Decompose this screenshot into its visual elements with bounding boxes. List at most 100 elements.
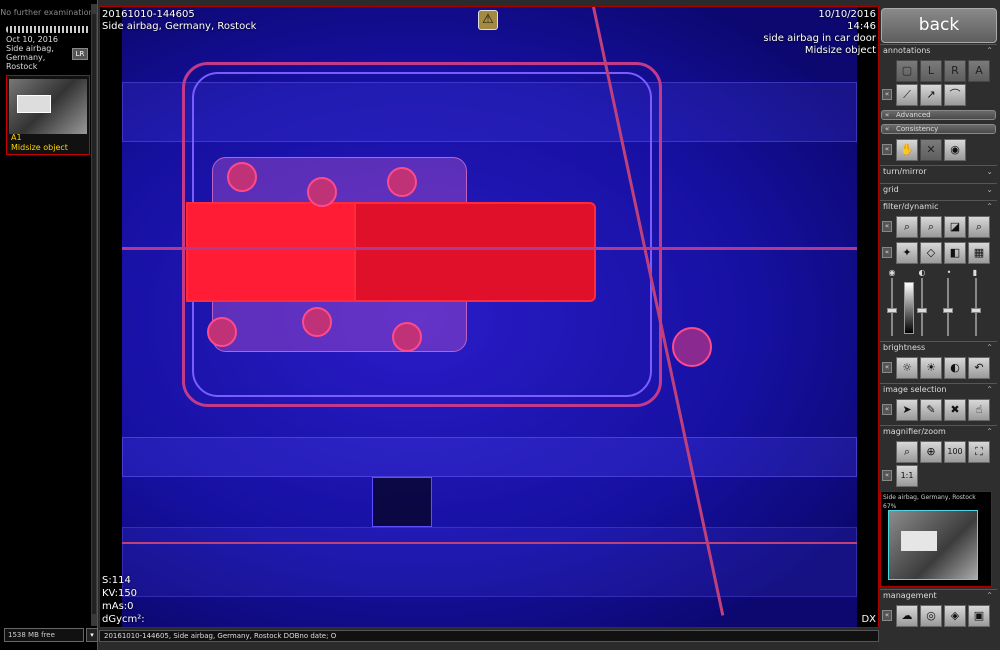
exam-date-label: 10/10/2016 xyxy=(818,9,876,20)
navigator-caption: Side airbag, Germany, Rostock xyxy=(883,494,976,501)
object-size: Midsize object xyxy=(804,45,876,56)
expand-icon[interactable]: « xyxy=(882,221,892,232)
navigator-thumbnail[interactable]: Side airbag, Germany, Rostock 67% xyxy=(880,491,992,587)
section-brightness[interactable]: brightness ⌃ xyxy=(880,341,997,353)
zoom-tools-row1: ⌕ ⊕ 100 ⛶ xyxy=(882,441,997,463)
slider-4[interactable] xyxy=(970,274,982,338)
exam-id: 20161010-144605 xyxy=(102,9,195,20)
zoom-tools-row2: « 1:1 xyxy=(882,465,997,487)
expand-icon[interactable]: « xyxy=(882,610,892,621)
zoom-100-button[interactable]: 100 xyxy=(944,441,966,463)
grayscale-bar xyxy=(904,282,914,334)
section-annotations[interactable]: annotations ⌃ xyxy=(880,44,997,56)
section-magnifier[interactable]: magnifier/zoom ⌃ xyxy=(880,425,997,437)
memory-status: 1538 MB free xyxy=(4,628,84,642)
section-grid[interactable]: grid ⌄ xyxy=(880,183,997,195)
turn-mirror-label: turn/mirror xyxy=(883,167,927,176)
r-marker-icon: R xyxy=(944,60,966,82)
xray-thumbnail-image xyxy=(9,79,87,134)
object-description: side airbag in car door xyxy=(763,33,876,44)
slider-3[interactable] xyxy=(942,274,954,338)
deselect-icon[interactable]: ✖ xyxy=(944,399,966,421)
slider-1[interactable] xyxy=(886,274,898,338)
measure-line-icon[interactable]: ⟋ xyxy=(896,84,918,106)
back-button[interactable]: back xyxy=(881,8,997,43)
magnifier-label: magnifier/zoom xyxy=(883,427,946,436)
filter-magnify2-icon[interactable]: ⌕ xyxy=(920,216,942,238)
expand-icon[interactable]: « xyxy=(882,89,892,100)
zoom-1to1-button[interactable]: 1:1 xyxy=(896,465,918,487)
consistency-toggle[interactable]: « Consistency xyxy=(881,124,996,134)
on-toggle-icon[interactable]: ◉ xyxy=(944,139,966,161)
no-further-label: No further examinations xyxy=(0,8,98,17)
save-icon[interactable]: ▣ xyxy=(968,605,990,627)
section-management[interactable]: management ⌃ xyxy=(880,589,997,601)
diamond-icon[interactable]: ◇ xyxy=(920,242,942,264)
sharpen-icon[interactable]: ✦ xyxy=(896,242,918,264)
examination-card[interactable]: Oct 10, 2016 Side airbag, Germany, Rosto… xyxy=(6,26,90,74)
brightness-down-icon[interactable]: ☼ xyxy=(896,357,918,379)
expand-icon[interactable]: « xyxy=(882,247,892,258)
invert-icon[interactable]: ◧ xyxy=(944,242,966,264)
annotation-tools-row2: « ⟋ ↗ ⌒ xyxy=(882,84,997,106)
dose-value: dGycm²: xyxy=(102,614,145,625)
hand-pan-icon[interactable]: ✋ xyxy=(896,139,918,161)
reset-icon[interactable]: ↶ xyxy=(968,357,990,379)
edit-tools-row: « ✋ ✕ ◉ xyxy=(882,139,997,161)
text-annotation-icon: ▢ xyxy=(896,60,918,82)
collapse-icon: ⌃ xyxy=(986,202,993,211)
warning-icon[interactable]: ⚠ xyxy=(478,10,498,30)
filter-zoom-icon[interactable]: ⌕ xyxy=(968,216,990,238)
status-bar: 20161010-144605, Side airbag, Germany, R… xyxy=(99,630,879,642)
pin-icon[interactable]: ✎ xyxy=(920,399,942,421)
status-menu-button[interactable]: ▾ xyxy=(86,628,98,642)
filter-tools-row1: « ⌕ ⌕ ◪ ⌕ xyxy=(882,216,997,238)
arc-tool-icon[interactable]: ⌒ xyxy=(944,84,966,106)
expand-down-icon: ⌄ xyxy=(986,185,993,194)
collapse-icon: ⌃ xyxy=(986,591,993,600)
collapse-icon: ⌃ xyxy=(986,427,993,436)
brightness-tools-row: « ☼ ☀ ◐ ↶ xyxy=(882,357,997,379)
filter-label: filter/dynamic xyxy=(883,202,939,211)
brightness-up-icon[interactable]: ☀ xyxy=(920,357,942,379)
sidebar-scrollbar[interactable] xyxy=(91,4,97,626)
pointer-icon[interactable]: ➤ xyxy=(896,399,918,421)
xray-viewer[interactable]: 20161010-144605 Side airbag, Germany, Ro… xyxy=(99,6,879,628)
filter-contrast-icon[interactable]: ◪ xyxy=(944,216,966,238)
image-description: Midsize object xyxy=(11,143,68,152)
selected-image-thumbnail[interactable]: A1 Midsize object xyxy=(6,75,90,155)
exam-location: Side airbag, Germany, Rostock xyxy=(102,21,257,32)
filter-tools-row2: « ✦ ◇ ◧ ▦ xyxy=(882,242,997,264)
collapse-icon: ⌃ xyxy=(986,343,993,352)
filter-magnify-icon[interactable]: ⌕ xyxy=(896,216,918,238)
section-turn-mirror[interactable]: turn/mirror ⌄ xyxy=(880,165,997,177)
disc-icon[interactable]: ◎ xyxy=(920,605,942,627)
consistency-label: Consistency xyxy=(896,125,939,133)
cloud-icon[interactable]: ☁ xyxy=(896,605,918,627)
expand-down-icon: ⌄ xyxy=(986,167,993,176)
contrast-icon[interactable]: ◐ xyxy=(944,357,966,379)
section-image-selection[interactable]: image selection ⌃ xyxy=(880,383,997,395)
expand-icon[interactable]: « xyxy=(882,470,892,481)
selection-tools-row: « ➤ ✎ ✖ ☝ xyxy=(882,399,997,421)
magnifier-icon[interactable]: ⌕ xyxy=(896,441,918,463)
expand-icon[interactable]: « xyxy=(882,404,892,415)
hand-select-icon[interactable]: ☝ xyxy=(968,399,990,421)
brightness-label: brightness xyxy=(883,343,926,352)
section-filter[interactable]: filter/dynamic ⌃ xyxy=(880,200,997,212)
pixel-grid-icon[interactable]: ▦ xyxy=(968,242,990,264)
kv-value: KV:150 xyxy=(102,588,138,599)
layers-icon[interactable]: ◈ xyxy=(944,605,966,627)
xray-image xyxy=(122,7,857,627)
expand-icon[interactable]: « xyxy=(882,362,892,373)
advanced-toggle[interactable]: « Advanced xyxy=(881,110,996,120)
grid-label: grid xyxy=(883,185,899,194)
expand-icon[interactable]: « xyxy=(882,144,892,155)
dx-label: DX xyxy=(861,614,876,625)
slider-2[interactable] xyxy=(916,274,928,338)
filter-sliders: ◉ ◐ • ▮ xyxy=(882,268,996,340)
zoom-in-icon[interactable]: ⊕ xyxy=(920,441,942,463)
lr-toggle-button[interactable]: LR xyxy=(72,48,88,60)
arrow-text-icon[interactable]: ↗ xyxy=(920,84,942,106)
fit-screen-icon[interactable]: ⛶ xyxy=(968,441,990,463)
